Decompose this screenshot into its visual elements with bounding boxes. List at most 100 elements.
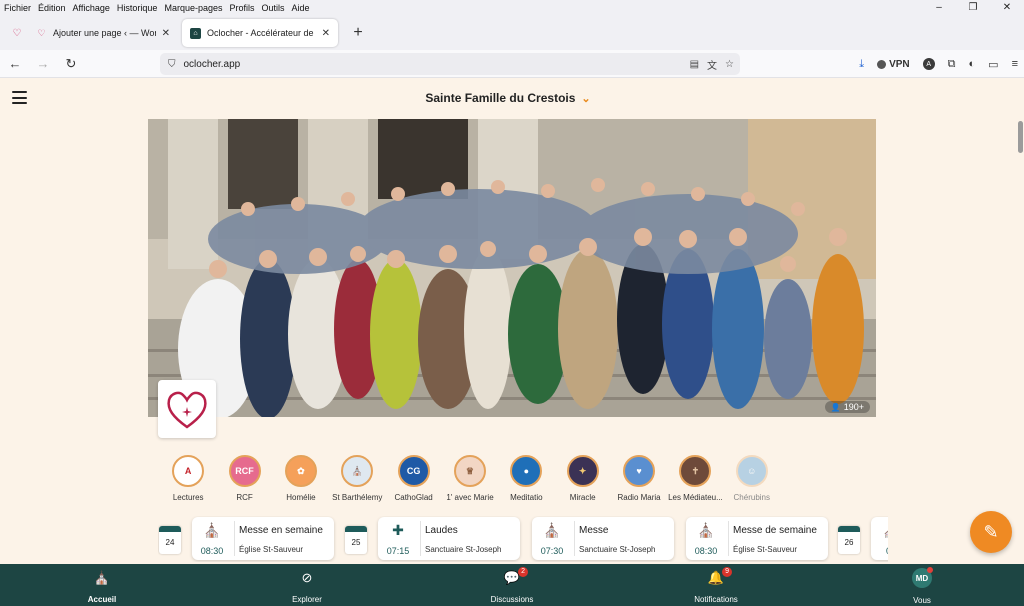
minimize-button[interactable]: – bbox=[922, 0, 956, 16]
heart-icon: ♡ bbox=[37, 27, 46, 38]
pinned-tab[interactable]: ♡ bbox=[6, 20, 28, 46]
menu-aide[interactable]: Aide bbox=[292, 3, 310, 13]
event-time: 08:30 bbox=[200, 546, 224, 556]
back-button[interactable]: ← bbox=[2, 52, 28, 76]
chevron-down-icon: ⌄ bbox=[581, 93, 591, 105]
scrollbar-thumb[interactable] bbox=[1018, 121, 1023, 153]
forward-button[interactable]: → bbox=[30, 52, 56, 76]
app-icon: RCF bbox=[228, 455, 261, 487]
nav-label: Notifications bbox=[694, 595, 738, 604]
heart-icon: ♡ bbox=[12, 27, 22, 39]
event-card[interactable]: ✚ 07:15 Laudes Sanctuaire St-Joseph bbox=[378, 517, 520, 560]
menu-affichage[interactable]: Affichage bbox=[73, 3, 110, 13]
event-place: Sanctuaire St-Joseph bbox=[579, 545, 656, 554]
account-icon[interactable]: A bbox=[922, 58, 935, 70]
event-card[interactable]: ⛪ 07:30 Messe Sanctuaire St-Joseph bbox=[532, 517, 674, 560]
nav-label: Vous bbox=[913, 596, 931, 605]
app-icon: ♕ bbox=[453, 455, 486, 487]
menu-fichier[interactable]: Fichier bbox=[4, 3, 31, 13]
date-day: 25 bbox=[351, 538, 361, 547]
new-tab-button[interactable]: + bbox=[348, 24, 368, 42]
toolbar-right: ⤓ VPN A ⧉ ◐ ▭ ≡ bbox=[846, 50, 1018, 78]
edit-icon: ✎ bbox=[983, 521, 999, 542]
app-icon: ✝ bbox=[679, 455, 712, 487]
parish-name: Sainte Famille du Crestois bbox=[425, 91, 576, 105]
app-icon: CG bbox=[397, 455, 430, 487]
app-shortcut[interactable]: ● Meditatio bbox=[498, 455, 554, 510]
app-shortcut[interactable]: ✦ Miracle bbox=[555, 455, 611, 510]
app-shortcut[interactable]: ⛪ St Barthélemy bbox=[329, 455, 385, 510]
app-shortcut[interactable]: A Lectures bbox=[160, 455, 216, 510]
compass-icon: ⊘ bbox=[301, 570, 313, 585]
nav-discussions[interactable]: 💬 2 Discussions bbox=[452, 564, 572, 606]
nav-accueil[interactable]: ⛪ Accueil bbox=[42, 564, 162, 606]
community-banner-photo: 👤 190+ bbox=[148, 119, 876, 417]
apps-row: A Lectures RCF RCF ✿ Homélie ⛪ St Barthélemy CG C… bbox=[160, 455, 780, 510]
notification-badge: 9 bbox=[722, 567, 733, 577]
app-shortcut[interactable]: RCF RCF bbox=[216, 455, 272, 510]
members-count: 190+ bbox=[843, 402, 864, 412]
app-shortcut[interactable]: ♕ 1' avec Marie bbox=[442, 455, 498, 510]
scrollbar-track[interactable] bbox=[1016, 119, 1024, 564]
menu-profils[interactable]: Profils bbox=[230, 3, 255, 13]
app-shortcut[interactable]: ✝ Les Médiateu... bbox=[667, 455, 723, 510]
app-shortcut[interactable]: ♥ Radio Maria bbox=[611, 455, 667, 510]
members-count-badge[interactable]: 👤 190+ bbox=[824, 401, 870, 413]
bookmark-star-icon[interactable]: ☆ bbox=[725, 59, 734, 70]
maximize-button[interactable]: ❐ bbox=[956, 0, 990, 16]
url-text[interactable]: oclocher.app bbox=[184, 59, 241, 70]
event-card[interactable]: ⛪ 08:30 Messe en semaine Église St-Sauveur bbox=[192, 517, 334, 560]
compose-post-button[interactable]: ✎ bbox=[970, 511, 1012, 553]
sidebar-icon[interactable]: ▭ bbox=[988, 58, 998, 71]
nav-label: Discussions bbox=[490, 595, 534, 604]
user-avatar: MD bbox=[912, 567, 933, 588]
app-shortcut[interactable]: CG CathoGlad bbox=[385, 455, 441, 510]
event-card[interactable]: ⛪ 08:30 Messe de semaine Église St-Sauveur bbox=[686, 517, 828, 560]
menu-edition[interactable]: Édition bbox=[38, 3, 66, 13]
menu-marque-pages[interactable]: Marque-pages bbox=[164, 3, 222, 13]
app-label: Miracle bbox=[569, 493, 596, 502]
vpn-button[interactable]: VPN bbox=[877, 59, 910, 70]
nav-vous[interactable]: MD Vous bbox=[862, 564, 982, 606]
date-box: 25 bbox=[345, 526, 367, 554]
vpn-label: VPN bbox=[889, 58, 910, 70]
tab-wordpress[interactable]: ♡ Ajouter une page ‹ — WordPress ✕ bbox=[28, 19, 178, 47]
app-label: Radio Maria bbox=[617, 493, 661, 502]
tab-bar: ♡ ♡ Ajouter une page ‹ — WordPress ✕ ⌂ O… bbox=[0, 16, 1024, 50]
tab-title: Ajouter une page ‹ — WordPress bbox=[53, 28, 156, 38]
app-icon: ☺ bbox=[735, 455, 768, 487]
app-label: Les Médiateu... bbox=[668, 493, 723, 502]
tab-oclocher[interactable]: ⌂ Oclocher - Accélérateur de fraternité … bbox=[182, 19, 338, 47]
app-shortcut[interactable]: ☺ Chérubins bbox=[724, 455, 780, 510]
extensions-icon[interactable]: ⧉ bbox=[948, 58, 956, 71]
reload-button[interactable]: ↻ bbox=[58, 52, 84, 76]
menu-icon[interactable]: ≡ bbox=[1012, 58, 1018, 70]
menu-historique[interactable]: Historique bbox=[117, 3, 158, 13]
reader-view-icon[interactable]: ▤ bbox=[690, 59, 699, 70]
app-shortcut[interactable]: ✿ Homélie bbox=[273, 455, 329, 510]
close-window-button[interactable]: ✕ bbox=[990, 0, 1024, 16]
church-icon: ⛪ bbox=[543, 522, 561, 538]
media-icon[interactable]: ◐ bbox=[969, 58, 976, 70]
menu-outils[interactable]: Outils bbox=[262, 3, 285, 13]
church-icon: ⛪ bbox=[882, 522, 888, 540]
close-tab-icon[interactable]: ✕ bbox=[322, 28, 330, 39]
translate-icon[interactable]: 文 bbox=[707, 57, 717, 72]
date-box: 24 bbox=[159, 526, 181, 554]
site-info-icon[interactable]: ⛉ bbox=[168, 59, 176, 70]
parish-selector[interactable]: Sainte Famille du Crestois ⌄ bbox=[0, 91, 1016, 105]
event-card[interactable]: ⛪ 07 bbox=[871, 517, 888, 560]
close-tab-icon[interactable]: ✕ bbox=[162, 28, 170, 39]
address-bar[interactable]: ⛉ oclocher.app ▤ 文 ☆ bbox=[160, 53, 740, 75]
church-icon: ⛪ bbox=[93, 570, 111, 585]
app-label: 1' avec Marie bbox=[446, 493, 494, 502]
heart-logo-icon bbox=[167, 391, 207, 429]
event-place: Sanctuaire St-Joseph bbox=[425, 545, 502, 554]
event-title: Messe en semaine bbox=[239, 525, 323, 536]
nav-notifications[interactable]: 🔔 9 Notifications bbox=[656, 564, 776, 606]
download-icon[interactable]: ⤓ bbox=[859, 58, 864, 71]
url-actions: ▤ 文 ☆ bbox=[682, 53, 734, 75]
app-icon: A bbox=[172, 455, 205, 487]
parish-logo bbox=[158, 380, 216, 438]
nav-explorer[interactable]: ⊘ Explorer bbox=[247, 564, 367, 606]
